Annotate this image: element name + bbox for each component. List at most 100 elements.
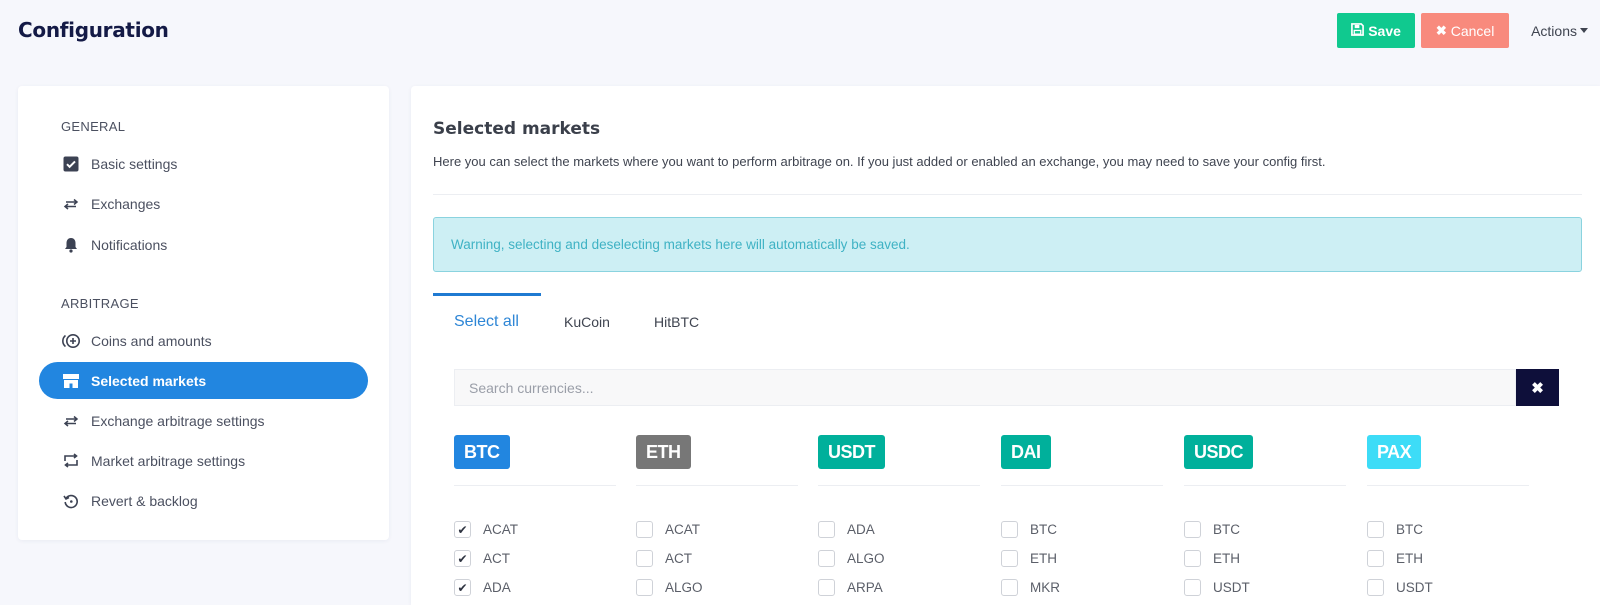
market-label: ETH (1213, 551, 1240, 566)
market-label: ARPA (847, 580, 883, 595)
market-list: BTC ETH USDT (1367, 515, 1529, 602)
sidebar-item-label: Revert & backlog (91, 492, 198, 509)
market-label: USDT (1213, 580, 1250, 595)
active-tab-indicator (433, 293, 541, 296)
checkbox-unchecked[interactable] (636, 579, 653, 596)
tab-select-all[interactable]: Select all (454, 313, 519, 331)
divider (433, 194, 1582, 195)
times-icon: ✖ (1435, 22, 1447, 38)
times-icon: ✖ (1531, 379, 1544, 397)
base-currency-badge: ETH (636, 435, 691, 469)
checkbox-unchecked[interactable] (1184, 521, 1201, 538)
sidebar-item-basic-settings[interactable]: Basic settings (39, 145, 368, 182)
market-checkbox-item[interactable]: USDT (1367, 573, 1529, 602)
header-actions: Save ✖ Cancel Actions (1337, 13, 1600, 48)
history-icon (61, 493, 81, 509)
checkbox-unchecked[interactable] (818, 550, 835, 567)
market-label: BTC (1396, 522, 1423, 537)
sidebar-item-selected-markets[interactable]: Selected markets (39, 362, 368, 399)
checkbox-unchecked[interactable] (818, 579, 835, 596)
sidebar: GENERAL Basic settings Exchanges Notific… (18, 86, 389, 540)
market-checkbox-item[interactable]: ACT (636, 544, 798, 573)
sidebar-item-label: Exchanges (91, 195, 161, 212)
cancel-label: Cancel (1450, 22, 1495, 39)
market-checkbox-item[interactable]: ALGO (636, 573, 798, 602)
sidebar-item-label: Coins and amounts (91, 332, 212, 349)
check-icon: ✔ (457, 522, 468, 537)
exchange-arrows-icon (61, 198, 81, 210)
save-label: Save (1368, 22, 1401, 39)
market-checkbox-item[interactable]: USDT (1184, 573, 1346, 602)
market-column-pax: PAX BTC ETH USDT (1367, 435, 1529, 602)
market-checkbox-item[interactable]: ADA (818, 515, 980, 544)
checkbox-checked[interactable]: ✔ (454, 550, 471, 567)
market-checkbox-item[interactable]: ✔ ADA (454, 573, 616, 602)
warning-alert: Warning, selecting and deselecting marke… (433, 217, 1582, 272)
market-checkbox-item[interactable]: ALGO (818, 544, 980, 573)
checkbox-checked[interactable]: ✔ (454, 579, 471, 596)
checkbox-unchecked[interactable] (636, 521, 653, 538)
divider (454, 485, 616, 486)
base-currency-badge: USDC (1184, 435, 1254, 469)
sidebar-item-exchanges[interactable]: Exchanges (39, 185, 368, 222)
market-label: ACAT (665, 522, 701, 537)
market-column-dai: DAI BTC ETH MKR (1001, 435, 1163, 602)
checkbox-unchecked[interactable] (1001, 521, 1018, 538)
save-button[interactable]: Save (1337, 13, 1416, 48)
market-checkbox-item[interactable]: ✔ ACT (454, 544, 616, 573)
checkbox-unchecked[interactable] (1001, 579, 1018, 596)
market-checkbox-item[interactable]: ARPA (818, 573, 980, 602)
market-label: BTC (1030, 522, 1057, 537)
market-label: ETH (1030, 551, 1057, 566)
checkbox-unchecked[interactable] (1001, 550, 1018, 567)
market-checkbox-item[interactable]: ETH (1367, 544, 1529, 573)
base-currency-badge: BTC (454, 435, 510, 469)
divider (818, 485, 980, 486)
sidebar-item-coins-and-amounts[interactable]: Coins and amounts (39, 322, 368, 359)
checkbox-unchecked[interactable] (1184, 579, 1201, 596)
main-panel: Selected markets Here you can select the… (411, 86, 1600, 605)
market-checkbox-item[interactable]: ETH (1184, 544, 1346, 573)
market-label: BTC (1213, 522, 1240, 537)
divider (1184, 485, 1346, 486)
market-label: MKR (1030, 580, 1060, 595)
tab-hitbtc[interactable]: HitBTC (654, 314, 699, 330)
checkbox-unchecked[interactable] (1367, 550, 1384, 567)
market-list: BTC ETH MKR (1001, 515, 1163, 602)
actions-dropdown[interactable]: Actions (1531, 23, 1588, 39)
checkbox-unchecked[interactable] (1367, 521, 1384, 538)
tab-kucoin[interactable]: KuCoin (564, 314, 610, 330)
market-checkbox-item[interactable]: BTC (1001, 515, 1163, 544)
market-checkbox-item[interactable]: MKR (1001, 573, 1163, 602)
checkbox-checked[interactable]: ✔ (454, 521, 471, 538)
sidebar-item-revert-backlog[interactable]: Revert & backlog (39, 482, 368, 519)
checkbox-unchecked[interactable] (1184, 550, 1201, 567)
market-list: ACAT ACT ALGO (636, 515, 798, 602)
market-column-btc: BTC ✔ ACAT ✔ ACT ✔ ADA (454, 435, 616, 602)
market-checkbox-item[interactable]: ACAT (636, 515, 798, 544)
sidebar-item-notifications[interactable]: Notifications (39, 226, 368, 263)
market-checkbox-item[interactable]: ✔ ACAT (454, 515, 616, 544)
checkbox-unchecked[interactable] (636, 550, 653, 567)
clear-search-button[interactable]: ✖ (1516, 369, 1559, 406)
market-checkbox-item[interactable]: BTC (1184, 515, 1346, 544)
check-icon: ✔ (457, 580, 468, 595)
base-currency-badge: DAI (1001, 435, 1051, 469)
retweet-icon (61, 453, 81, 468)
sidebar-section-general: GENERAL (61, 119, 126, 134)
coins-plus-icon (61, 333, 81, 349)
cancel-button[interactable]: ✖ Cancel (1421, 13, 1510, 48)
market-label: ADA (483, 580, 511, 595)
market-label: ETH (1396, 551, 1423, 566)
market-checkbox-item[interactable]: BTC (1367, 515, 1529, 544)
sidebar-item-label: Exchange arbitrage settings (91, 412, 265, 429)
checkbox-unchecked[interactable] (818, 521, 835, 538)
sidebar-item-exchange-arbitrage-settings[interactable]: Exchange arbitrage settings (39, 402, 368, 439)
search-currencies-input[interactable] (454, 369, 1516, 406)
bell-icon (61, 237, 81, 253)
exchange-arrows-icon (61, 415, 81, 427)
checkbox-unchecked[interactable] (1367, 579, 1384, 596)
market-checkbox-item[interactable]: ETH (1001, 544, 1163, 573)
search-bar: ✖ (454, 369, 1559, 406)
sidebar-item-market-arbitrage-settings[interactable]: Market arbitrage settings (39, 442, 368, 479)
